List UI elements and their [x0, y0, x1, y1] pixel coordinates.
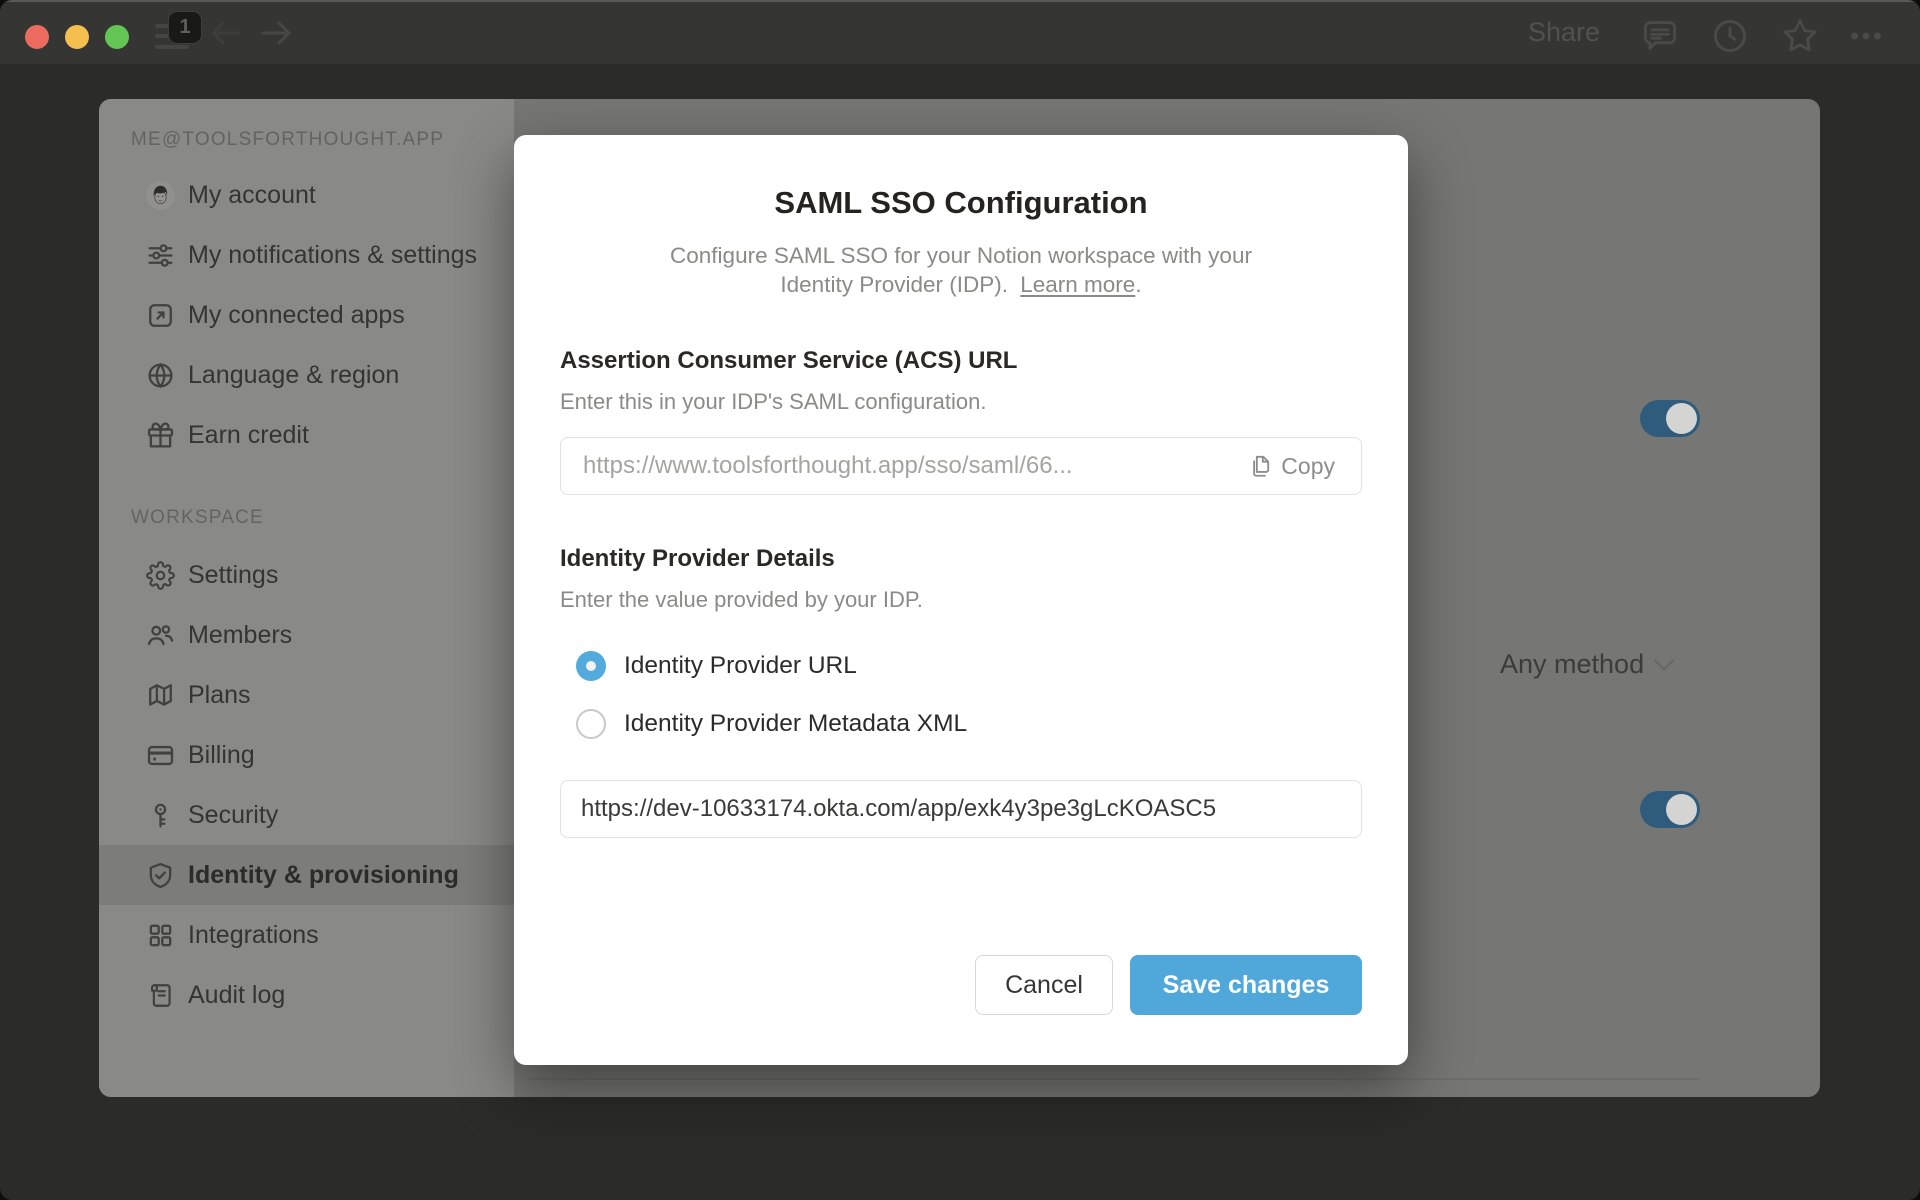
sidebar-item-label: Billing [188, 740, 255, 769]
close-window-button[interactable] [25, 25, 49, 49]
acs-url-value: https://www.toolsforthought.app/sso/saml… [583, 452, 1073, 479]
credit-card-icon [137, 732, 183, 778]
more-options-icon[interactable] [1847, 17, 1885, 55]
idp-details-heading: Identity Provider Details [560, 545, 835, 572]
sidebar-item-earn-credit[interactable]: Earn credit [99, 405, 514, 465]
sidebar-item-language-region[interactable]: Language & region [99, 345, 514, 405]
modal-title: SAML SSO Configuration [774, 185, 1148, 220]
sliders-icon [137, 232, 183, 278]
sidebar-item-label: Security [188, 800, 279, 829]
back-arrow-icon[interactable] [209, 18, 243, 51]
minimize-window-button[interactable] [65, 25, 89, 49]
subtitle-line1: Configure SAML SSO for your Notion works… [670, 243, 1252, 268]
sidebar-item-label: Language & region [188, 360, 400, 389]
acs-url-heading: Assertion Consumer Service (ACS) URL [560, 347, 1018, 374]
copy-icon [1253, 455, 1270, 477]
idp-details-description: Enter the value provided by your IDP. [560, 587, 923, 612]
favorite-star-icon[interactable] [1781, 17, 1819, 55]
sso-toggle-bottom[interactable] [1640, 791, 1700, 828]
acs-url-description: Enter this in your IDP's SAML configurat… [560, 389, 987, 414]
learn-more-period: . [1135, 272, 1142, 297]
sidebar-item-label: My connected apps [188, 300, 405, 329]
login-method-dropdown-value: Any method [1500, 649, 1645, 679]
share-button[interactable]: Share [1528, 17, 1600, 48]
sidebar-item-label: Settings [188, 560, 279, 589]
chevron-down-icon [1654, 658, 1675, 671]
settings-sidebar: ME@TOOLSFORTHOUGHT.APP My account My not… [99, 99, 514, 1097]
sidebar-item-label: Earn credit [188, 420, 309, 449]
sidebar-item-settings[interactable]: Settings [99, 545, 514, 605]
grid-icon [137, 912, 183, 958]
sidebar-item-label: Identity & provisioning [188, 860, 459, 889]
forward-arrow-icon[interactable] [259, 18, 293, 51]
radio-label: Identity Provider URL [624, 652, 857, 679]
toggle-knob [1666, 794, 1697, 825]
workspace-section-label: WORKSPACE [131, 507, 264, 528]
sidebar-item-label: My account [188, 180, 316, 209]
login-method-dropdown[interactable]: Any method [1500, 649, 1675, 680]
toggle-knob [1666, 403, 1697, 434]
app-window: 1 Share ME@TOOLSFORTHOUGHT.APP My accoun… [0, 0, 1920, 1200]
acs-url-field: https://www.toolsforthought.app/sso/saml… [560, 437, 1362, 495]
sidebar-item-security[interactable]: Security [99, 785, 514, 845]
scroll-icon [137, 972, 183, 1018]
sidebar-item-label: Members [188, 620, 293, 649]
sidebar-item-label: My notifications & settings [188, 240, 478, 269]
radio-identity-provider-metadata-xml[interactable]: Identity Provider Metadata XML [576, 709, 967, 739]
sidebar-item-billing[interactable]: Billing [99, 725, 514, 785]
history-clock-icon[interactable] [1711, 17, 1749, 55]
map-icon [137, 672, 183, 718]
sidebar-item-integrations[interactable]: Integrations [99, 905, 514, 965]
cancel-button[interactable]: Cancel [975, 955, 1113, 1015]
sidebar-item-plans[interactable]: Plans [99, 665, 514, 725]
screenshot-root: 1 Share ME@TOOLSFORTHOUGHT.APP My accoun… [0, 0, 1920, 1200]
notification-badge[interactable]: 1 [168, 11, 202, 44]
globe-icon [137, 352, 183, 398]
gift-icon [137, 412, 183, 458]
zoom-window-button[interactable] [105, 25, 129, 49]
users-icon [137, 612, 183, 658]
sidebar-item-my-account[interactable]: My account [99, 165, 514, 225]
sidebar-item-label: Integrations [188, 920, 319, 949]
sidebar-item-notifications-settings[interactable]: My notifications & settings [99, 225, 514, 285]
modal-subtitle: Configure SAML SSO for your Notion works… [514, 241, 1408, 299]
sidebar-item-label: Plans [188, 680, 251, 709]
radio-selected-icon[interactable] [576, 651, 606, 681]
account-section-label: ME@TOOLSFORTHOUGHT.APP [131, 129, 445, 150]
learn-more-link[interactable]: Learn more [1020, 272, 1135, 297]
key-icon [137, 792, 183, 838]
copy-button[interactable]: Copy [1236, 453, 1361, 480]
radio-identity-provider-url[interactable]: Identity Provider URL [576, 651, 857, 681]
comments-icon[interactable] [1641, 17, 1679, 55]
arrow-up-right-icon [137, 292, 183, 338]
sidebar-item-members[interactable]: Members [99, 605, 514, 665]
radio-unselected-icon[interactable] [576, 709, 606, 739]
content-divider [529, 1078, 1700, 1080]
sidebar-item-identity-provisioning[interactable]: Identity & provisioning [99, 845, 514, 905]
shield-check-icon [137, 852, 183, 898]
sidebar-item-audit-log[interactable]: Audit log [99, 965, 514, 1025]
copy-label: Copy [1281, 452, 1335, 479]
saml-sso-modal: SAML SSO Configuration Configure SAML SS… [514, 135, 1408, 1065]
idp-url-input[interactable] [561, 781, 1361, 837]
avatar [137, 172, 183, 218]
subtitle-line2: Identity Provider (IDP). [780, 272, 1008, 297]
sidebar-item-label: Audit log [188, 980, 286, 1009]
save-changes-button[interactable]: Save changes [1130, 955, 1362, 1015]
sidebar-item-connected-apps[interactable]: My connected apps [99, 285, 514, 345]
titlebar: 1 Share [0, 0, 1920, 64]
radio-label: Identity Provider Metadata XML [624, 710, 968, 737]
idp-url-field [560, 780, 1362, 838]
sso-toggle-top[interactable] [1640, 400, 1700, 437]
gear-icon [137, 552, 183, 598]
